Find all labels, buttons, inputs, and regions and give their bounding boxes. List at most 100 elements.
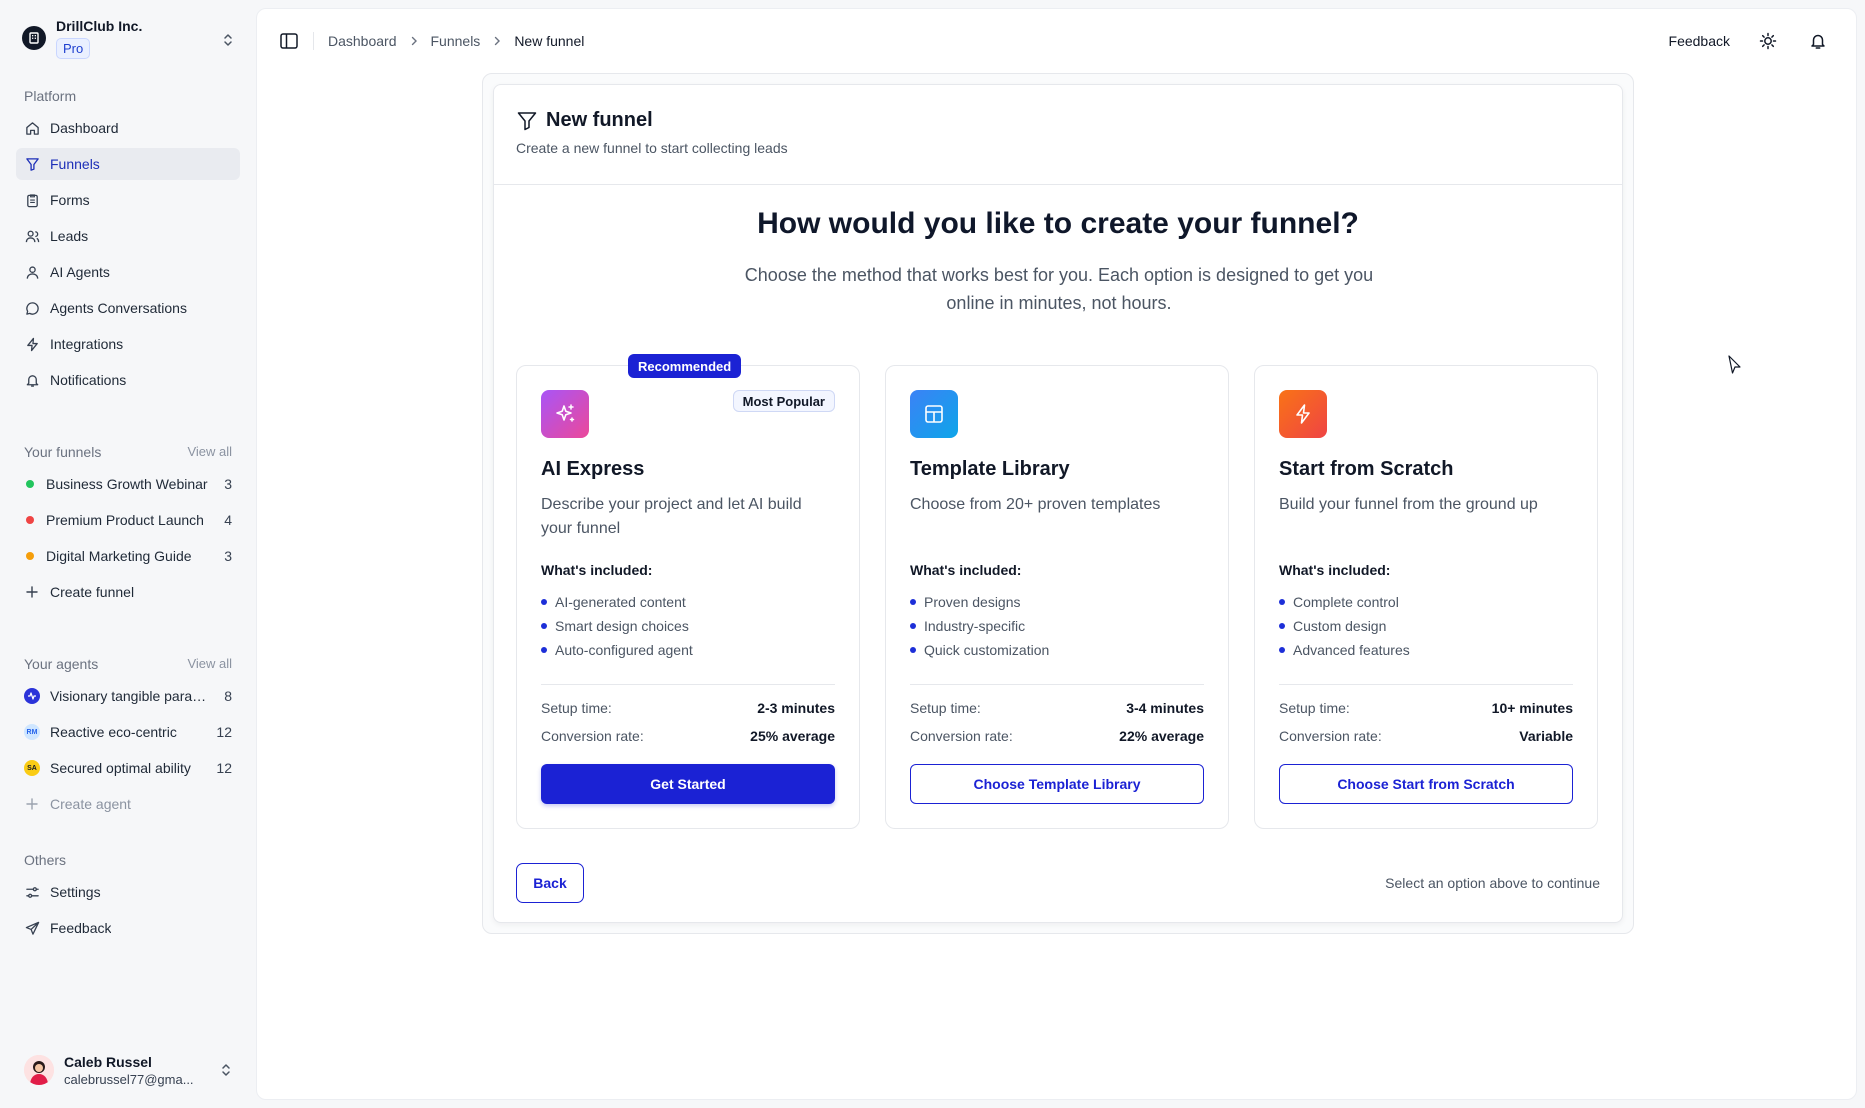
option-card-start-from-scratch[interactable]: Start from Scratch Build your funnel fro…	[1254, 365, 1598, 829]
org-switcher[interactable]: DrillClub Inc. Pro	[16, 14, 240, 66]
clipboard-icon	[24, 192, 40, 208]
chevrons-up-down-icon	[222, 32, 234, 48]
funnels-view-all-link[interactable]: View all	[187, 444, 232, 459]
funnel-item[interactable]: Premium Product Launch 4	[16, 504, 240, 536]
bullet	[1279, 623, 1285, 629]
user-email: calebrussel77@gma...	[64, 1071, 194, 1087]
sidebar-item-agents-conversations[interactable]: Agents Conversations	[16, 292, 240, 324]
option-description: Build your funnel from the ground up	[1279, 496, 1538, 513]
create-agent-button[interactable]: Create agent	[16, 788, 240, 820]
sparkles-icon	[541, 390, 589, 438]
page-subtitle: Choose the method that works best for yo…	[744, 265, 1374, 313]
conversion-rate-row: Conversion rate: Variable	[1279, 728, 1573, 744]
list-item: Custom design	[1279, 614, 1410, 638]
agent-item[interactable]: Visionary tangible paradigm 8	[16, 680, 240, 712]
bullet	[910, 599, 916, 605]
bolt-icon	[24, 336, 40, 352]
plus-icon	[24, 584, 40, 600]
back-button[interactable]: Back	[516, 863, 584, 903]
feature-list: Proven designs Industry-specific Quick c…	[910, 590, 1049, 662]
agent-item[interactable]: RM Reactive eco-centric 12	[16, 716, 240, 748]
mouse-cursor-icon	[1728, 355, 1742, 375]
home-icon	[24, 120, 40, 136]
choose-template-library-button[interactable]: Choose Template Library	[910, 764, 1204, 804]
sidebar-item-leads[interactable]: Leads	[16, 220, 240, 252]
setup-time-row: Setup time: 3-4 minutes	[910, 700, 1204, 716]
notifications-button[interactable]	[1806, 29, 1830, 53]
funnel-item[interactable]: Business Growth Webinar 3	[16, 468, 240, 500]
conversion-value: 25% average	[750, 728, 835, 744]
included-label: What's included:	[910, 562, 1022, 578]
sidebar-item-feedback[interactable]: Feedback	[16, 912, 240, 944]
panel-left-icon	[279, 31, 299, 51]
sidebar-item-funnels[interactable]: Funnels	[16, 148, 240, 180]
bell-icon	[1809, 32, 1827, 50]
setup-time-row: Setup time: 2-3 minutes	[541, 700, 835, 716]
sun-icon	[1759, 32, 1777, 50]
plus-icon	[24, 796, 40, 812]
sidebar-item-ai-agents[interactable]: AI Agents	[16, 256, 240, 288]
list-item: Complete control	[1279, 590, 1410, 614]
feedback-button[interactable]: Feedback	[1669, 33, 1730, 49]
agents-view-all-link[interactable]: View all	[187, 656, 232, 671]
send-icon	[24, 920, 40, 936]
sidebar-item-notifications[interactable]: Notifications	[16, 364, 240, 396]
agent-avatar	[24, 688, 40, 704]
agent-count: 8	[224, 688, 232, 704]
sidebar-item-dashboard[interactable]: Dashboard	[16, 112, 240, 144]
sidebar-item-settings[interactable]: Settings	[16, 876, 240, 908]
create-funnel-label: Create funnel	[50, 584, 135, 600]
option-card-template-library[interactable]: Template Library Choose from 20+ proven …	[885, 365, 1229, 829]
sidebar-item-label: Settings	[50, 884, 101, 900]
feature-text: Smart design choices	[555, 618, 689, 634]
breadcrumb-dashboard[interactable]: Dashboard	[328, 33, 397, 49]
included-label: What's included:	[1279, 562, 1391, 578]
option-card-ai-express[interactable]: Recommended Most Popular AI Express Desc…	[516, 354, 860, 829]
setup-value: 10+ minutes	[1491, 700, 1573, 716]
feature-text: Auto-configured agent	[555, 642, 693, 658]
breadcrumb-funnels[interactable]: Funnels	[431, 33, 481, 49]
sidebar-item-label: Notifications	[50, 372, 127, 388]
status-dot	[26, 480, 34, 488]
sliders-icon	[24, 884, 40, 900]
included-label: What's included:	[541, 562, 653, 578]
bullet	[910, 623, 916, 629]
breadcrumb: Dashboard Funnels New funnel	[328, 33, 584, 49]
option-description: Choose from 20+ proven templates	[910, 496, 1161, 513]
sidebar-item-forms[interactable]: Forms	[16, 184, 240, 216]
funnel-count: 3	[224, 548, 232, 564]
recommended-badge: Recommended	[628, 354, 742, 378]
others-label: Others	[24, 852, 67, 868]
agent-item[interactable]: SA Secured optimal ability 12	[16, 752, 240, 784]
feature-text: Proven designs	[924, 594, 1021, 610]
sidebar-toggle-button[interactable]	[273, 25, 305, 57]
card-header: New funnel Create a new funnel to start …	[494, 85, 1622, 185]
setup-label: Setup time:	[541, 700, 612, 716]
agent-name: Reactive eco-centric	[50, 724, 177, 740]
funnel-item[interactable]: Digital Marketing Guide 3	[16, 540, 240, 572]
list-item: Auto-configured agent	[541, 638, 693, 662]
most-popular-badge: Most Popular	[732, 390, 835, 412]
sidebar-item-label: Integrations	[50, 336, 124, 352]
divider	[313, 32, 314, 50]
feature-text: AI-generated content	[555, 594, 686, 610]
choose-start-from-scratch-button[interactable]: Choose Start from Scratch	[1279, 764, 1573, 804]
sidebar-item-label: Forms	[50, 192, 90, 208]
feature-list: AI-generated content Smart design choice…	[541, 590, 693, 662]
conversion-rate-row: Conversion rate: 25% average	[541, 728, 835, 744]
user-menu[interactable]: Caleb Russel calebrussel77@gma...	[16, 1046, 240, 1094]
new-funnel-card: New funnel Create a new funnel to start …	[493, 84, 1623, 923]
theme-toggle-button[interactable]	[1756, 29, 1780, 53]
your-agents-label: Your agents	[24, 656, 99, 672]
get-started-button[interactable]: Get Started	[541, 764, 835, 804]
create-funnel-button[interactable]: Create funnel	[16, 576, 240, 608]
setup-value: 2-3 minutes	[757, 700, 835, 716]
setup-time-row: Setup time: 10+ minutes	[1279, 700, 1573, 716]
bot-icon	[24, 264, 40, 280]
building-icon	[22, 26, 46, 50]
agent-count: 12	[216, 760, 232, 776]
funnel-wizard-container: New funnel Create a new funnel to start …	[482, 73, 1634, 934]
top-bar: Dashboard Funnels New funnel Feedback	[257, 9, 1856, 73]
sidebar-item-integrations[interactable]: Integrations	[16, 328, 240, 360]
sidebar: DrillClub Inc. Pro Platform Dashboard Fu…	[0, 0, 256, 1108]
